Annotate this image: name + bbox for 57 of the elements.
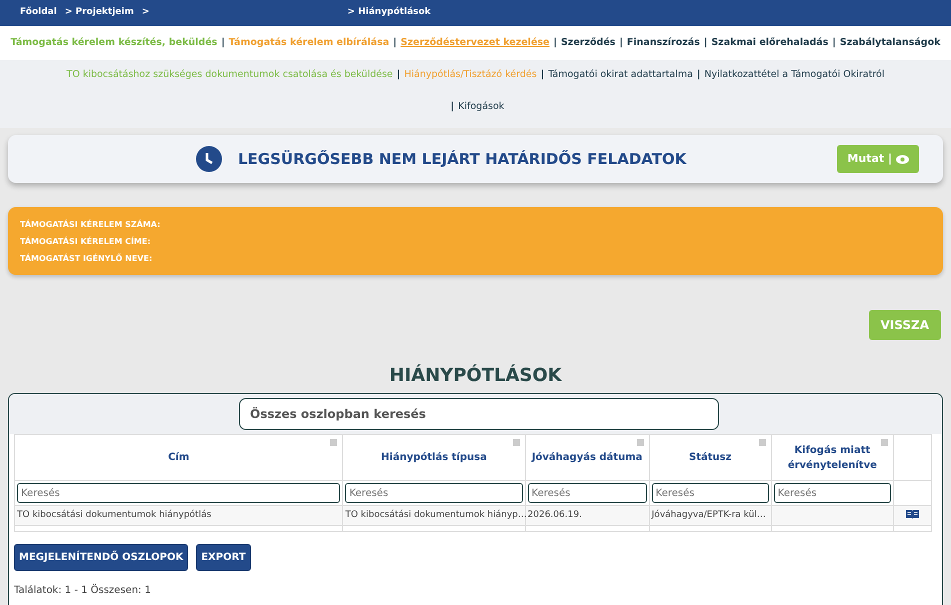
results-summary: Találatok: 1 - 1 Összesen: 1 (14, 583, 152, 598)
column-title: Státusz (689, 452, 732, 463)
info-label: TÁMOGATÁST IGÉNYLŐ NEVE: (20, 252, 154, 265)
sub-nav-link[interactable]: Támogatói okirat adattartalma (548, 68, 693, 82)
column-title: Kifogás miatt érvénytelenítve (788, 444, 877, 470)
column-header[interactable]: Kifogás miatt érvénytelenítve (771, 434, 894, 480)
breadcrumb-current: > Hiánypótlások (347, 6, 431, 20)
sort-icon[interactable] (758, 439, 766, 446)
sort-icon[interactable] (880, 439, 888, 446)
main-nav-link[interactable]: Szabálytalanságok (840, 36, 940, 50)
table-button[interactable]: MEGJELENÍTENDŐ OSZLOPOK (14, 544, 188, 571)
column-header[interactable]: Hiánypótlás típusa (342, 434, 526, 480)
separator: | (553, 36, 557, 50)
column-header[interactable]: Státusz (649, 434, 772, 480)
separator: | (696, 68, 700, 82)
section-title: HIÁNYPÓTLÁSOK (388, 363, 563, 388)
eye-icon (896, 154, 909, 164)
panel-title: LEGSÜRGŐSEBB NEM LEJÁRT HATÁRIDŐS FELADATOK (238, 148, 686, 170)
column-title: Hiánypótlás típusa (381, 452, 487, 463)
table-cell: TO kibocsátási dokumentumok hiánypótlás (14, 506, 343, 526)
column-title: Cím (168, 452, 190, 463)
breadcrumb-link[interactable]: > Projektjeim (64, 6, 134, 20)
filter-field[interactable]: Keresés (652, 483, 769, 503)
filter-field[interactable]: Keresés (774, 483, 891, 503)
sort-icon[interactable] (636, 439, 644, 446)
table-cell: 2026.06.19. (525, 506, 650, 526)
separator: | (619, 36, 623, 50)
separator: | (396, 68, 400, 82)
table-cell: Jóváhagyva/EPTK-ra kül… (649, 506, 772, 526)
filter-field[interactable]: Keresés (345, 483, 523, 503)
clock-icon (196, 146, 222, 172)
separator: | (704, 36, 708, 50)
sort-icon[interactable] (512, 439, 520, 446)
column-header[interactable]: Cím (14, 434, 343, 480)
table-cell: TO kibocsátási dokumentumok hiányp… (342, 506, 526, 526)
global-search-field[interactable]: Összes oszlopban keresés (239, 398, 719, 430)
book-icon[interactable] (906, 510, 919, 519)
main-nav-link[interactable]: Finanszírozás (626, 36, 700, 50)
main-nav-link[interactable]: Szerződés (560, 36, 616, 50)
sub-nav-link[interactable]: Kifogások (458, 100, 504, 114)
separator: | (221, 36, 225, 50)
separator: | (450, 100, 454, 114)
breadcrumb-link[interactable]: > (142, 6, 150, 20)
main-nav-link[interactable]: Szakmai előrehaladás (711, 36, 828, 50)
filter-field[interactable]: Keresés (528, 483, 647, 503)
separator: | (832, 36, 836, 50)
info-label: TÁMOGATÁSI KÉRELEM CÍME: (20, 236, 152, 248)
column-header[interactable]: Jóváhagyás dátuma (525, 434, 650, 480)
filter-field[interactable]: Keresés (17, 483, 340, 503)
separator: | (393, 36, 397, 50)
sub-nav-link[interactable]: Nyilatkozattétel a Támogatói Okiratról (704, 68, 884, 82)
breadcrumb-link[interactable]: Főoldal (20, 6, 57, 20)
sort-icon[interactable] (330, 439, 338, 446)
column-title: Jóváhagyás dátuma (532, 452, 642, 463)
info-label: TÁMOGATÁSI KÉRELEM SZÁMA: (20, 218, 162, 231)
table-button[interactable]: EXPORT (196, 544, 251, 571)
separator: | (540, 68, 544, 82)
